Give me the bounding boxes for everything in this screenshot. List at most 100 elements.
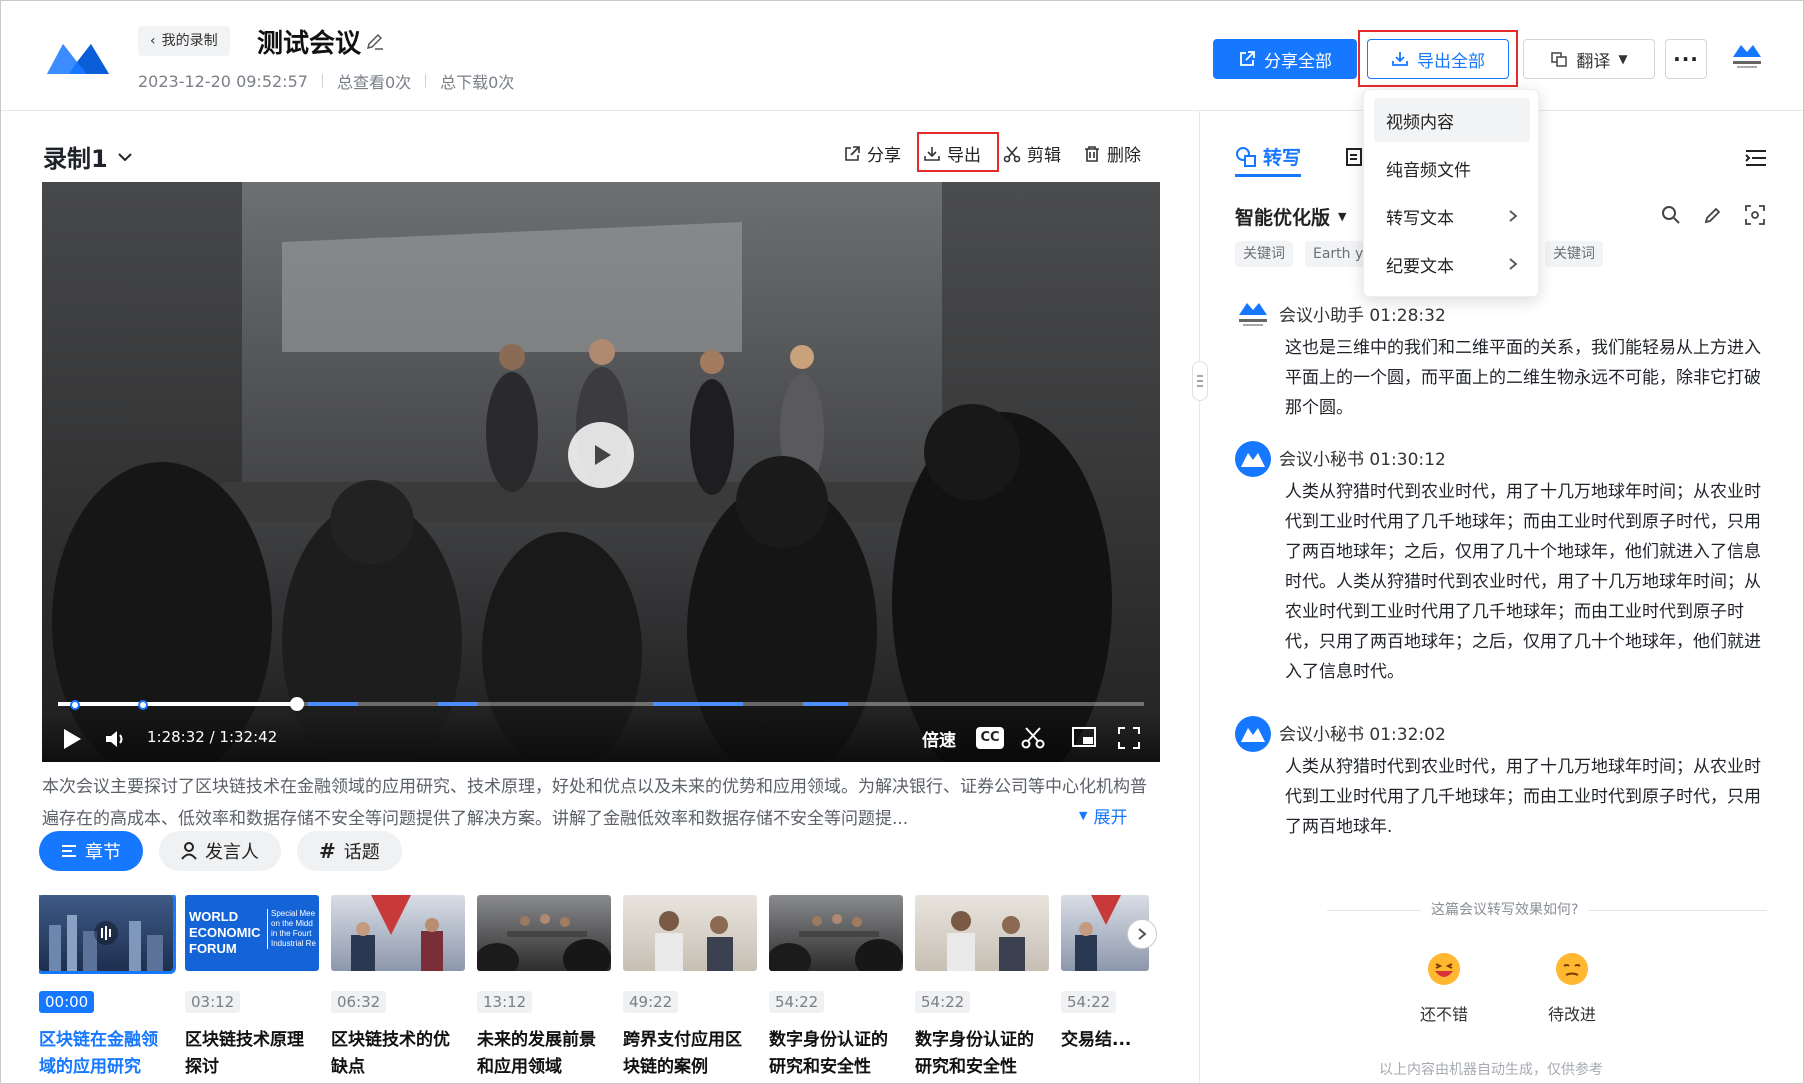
clip-button[interactable]: 剪辑 — [1003, 141, 1061, 166]
feedback-good-button[interactable]: 还不错 — [1399, 951, 1489, 1025]
share-button[interactable]: 分享 — [843, 141, 901, 166]
progress-scrubber[interactable] — [289, 697, 304, 711]
chevron-right-icon — [1509, 258, 1518, 270]
chapters-next-button[interactable] — [1127, 919, 1157, 949]
outline-list-icon[interactable] — [1745, 149, 1767, 167]
menu-item-audio-file[interactable]: 纯音频文件 — [1374, 146, 1530, 190]
version-label: 智能优化版 — [1235, 207, 1331, 229]
share-all-button[interactable]: 分享全部 — [1213, 39, 1357, 79]
play-icon — [595, 445, 611, 465]
tab-speakers[interactable]: 发言人 — [159, 831, 281, 871]
chevron-right-icon — [1138, 928, 1147, 940]
chapter-time: 54:22 — [769, 991, 825, 1013]
menu-item-minutes-text[interactable]: 纪要文本 — [1374, 242, 1530, 286]
player-controls: 1:28:32 / 1:32:42 倍速 CC — [42, 714, 1160, 762]
expand-summary-button[interactable]: ▼ 展开 — [1079, 803, 1127, 828]
tab-chapters-label: 章节 — [85, 842, 121, 863]
chapter-time: 54:22 — [915, 991, 971, 1013]
fullscreen-icon[interactable] — [1118, 727, 1140, 749]
tencent-meeting-logo — [1241, 728, 1265, 742]
transcript-text: 人类从狩猎时代到农业时代，用了十几万地球年时间；从农业时代到工业时代用了几千地球… — [1285, 757, 1761, 837]
tencent-meeting-brand-icon — [1239, 303, 1267, 326]
chapter-thumbnail — [915, 895, 1049, 971]
chapter-item[interactable]: 00:00 区块链在金融领域的应用研究 — [39, 895, 176, 1081]
menu-item-label: 转写文本 — [1386, 208, 1454, 229]
scan-icon[interactable] — [1745, 205, 1765, 225]
feedback-bad-button[interactable]: 待改进 — [1527, 951, 1617, 1025]
transcript-icon — [1236, 146, 1256, 167]
chapter-item[interactable]: 13:12 未来的发展前景和应用领域 — [477, 895, 611, 1081]
version-selector[interactable]: 智能优化版 ▼ — [1235, 203, 1346, 230]
tab-topics[interactable]: # 话题 — [297, 831, 402, 871]
menu-item-transcript-text[interactable]: 转写文本 — [1374, 194, 1530, 238]
forum-line: WORLD — [189, 909, 239, 924]
search-icon[interactable] — [1661, 205, 1681, 225]
expand-label: 展开 — [1093, 808, 1128, 828]
tab-transcript[interactable]: 转写 — [1235, 143, 1301, 170]
recording-meta: 2023-12-20 09:52:57 总查看0次 总下载0次 — [138, 69, 514, 93]
export-all-highlight-box — [1358, 30, 1518, 87]
total-downloads: 总下载0次 — [440, 73, 515, 92]
chapter-time: 13:12 — [477, 991, 533, 1013]
keyword-chip[interactable]: 关键词 — [1235, 241, 1293, 267]
list-icon — [62, 845, 76, 857]
scissors-icon[interactable] — [1020, 726, 1046, 750]
tv-studio-image — [351, 895, 443, 971]
feedback-bad-label: 待改进 — [1547, 1005, 1596, 1024]
panel-divider — [1199, 111, 1200, 1083]
more-options-button[interactable]: ··· — [1665, 39, 1707, 79]
chapter-item[interactable]: WORLD ECONOMIC FORUM Special Mee on the … — [185, 895, 319, 1081]
video-player[interactable]: 1:28:32 / 1:32:42 倍速 CC — [42, 182, 1160, 762]
chapter-item[interactable]: 54:22 数字身份认证的研究和安全性 — [769, 895, 903, 1081]
chapter-thumbnail — [331, 895, 465, 971]
chapter-title: 交易结... — [1061, 1030, 1132, 1050]
conversation-image — [947, 911, 1025, 971]
tab-chapters[interactable]: 章节 — [39, 831, 143, 871]
play-icon[interactable] — [62, 728, 82, 750]
closed-captions-button[interactable]: CC — [976, 727, 1004, 749]
back-button-label: 我的录制 — [161, 33, 218, 49]
clip-label: 剪辑 — [1027, 146, 1061, 166]
tab-speakers-label: 发言人 — [205, 842, 259, 863]
picture-in-picture-icon[interactable] — [1072, 727, 1096, 749]
menu-item-label: 纪要文本 — [1386, 256, 1454, 277]
play-button-center[interactable] — [568, 422, 634, 488]
chevron-right-icon — [1509, 210, 1518, 222]
total-views: 总查看0次 — [336, 73, 412, 92]
panel-resize-handle[interactable] — [1192, 361, 1208, 401]
app-window: ‹ 我的录制 测试会议 2023-12-20 09:52:57 总查看0次 总下… — [0, 0, 1804, 1084]
chapter-title: 跨界支付应用区块链的案例 — [623, 1030, 742, 1077]
delete-button[interactable]: 删除 — [1083, 141, 1141, 166]
view-tabs: 章节 发言人 # 话题 — [39, 831, 402, 871]
edit-title-icon[interactable] — [365, 31, 385, 51]
translate-label: 翻译 — [1576, 51, 1611, 72]
menu-item-video-content[interactable]: 视频内容 — [1374, 98, 1530, 142]
chapter-item[interactable]: 54:22 数字身份认证的研究和安全性 — [915, 895, 1049, 1081]
translate-dropdown-button[interactable]: 翻译 ▼ — [1523, 39, 1655, 79]
meeting-summary: 本次会议主要探讨了区块链技术在金融领域的应用研究、技术原理，好处和优点以及未来的… — [42, 777, 1147, 829]
transcript-text: 这也是三维中的我们和二维平面的关系，我们能轻易从上方进入平面上的一个圆，而平面上… — [1285, 338, 1761, 418]
panel-discussion-image — [477, 914, 611, 971]
edit-icon[interactable] — [1703, 205, 1723, 225]
volume-icon[interactable] — [104, 729, 128, 749]
progress-bar[interactable] — [58, 702, 1144, 706]
back-to-my-recordings-button[interactable]: ‹ 我的录制 — [138, 26, 230, 56]
speaker-name-time: 会议小秘书 01:30:12 — [1279, 450, 1446, 470]
panel-discussion-image — [769, 914, 903, 971]
recording-selector[interactable]: 录制1 — [43, 139, 134, 174]
chapter-item[interactable]: 49:22 跨界支付应用区块链的案例 — [623, 895, 757, 1081]
hashtag-icon: # — [319, 839, 336, 863]
feedback-good-label: 还不错 — [1419, 1005, 1468, 1024]
progress-chapter-marker[interactable] — [70, 700, 80, 710]
tencent-meeting-logo — [1241, 453, 1265, 467]
document-icon[interactable] — [1345, 147, 1363, 167]
chapter-item[interactable]: 54:22 交易结... — [1061, 895, 1149, 1054]
translate-icon — [1551, 52, 1568, 67]
scissors-icon — [1003, 145, 1021, 162]
playback-speed-button[interactable]: 倍速 — [922, 726, 956, 751]
progress-chapter-marker[interactable] — [138, 700, 148, 710]
ai-disclaimer: 以上内容由机器自动生成，仅供参考 — [1379, 1062, 1603, 1078]
share-icon — [1240, 51, 1255, 66]
chapter-item[interactable]: 06:32 区块链技术的优缺点 — [331, 895, 465, 1081]
keyword-chip[interactable]: 关键词 — [1545, 241, 1603, 267]
